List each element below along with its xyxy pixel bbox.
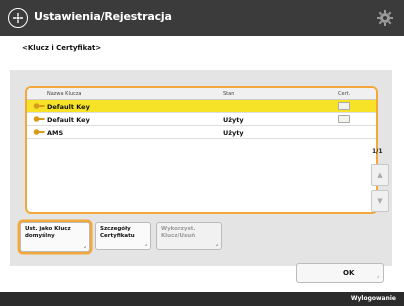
breadcrumb: <Klucz i Certyfikat> (22, 44, 102, 52)
key-icon (33, 129, 45, 135)
certificate-icon (338, 102, 350, 110)
gear-icon[interactable] (376, 9, 394, 27)
title-bar: Ustawienia/Rejestracja (0, 0, 404, 36)
key-icon (33, 116, 45, 122)
certificate-details-label: Szczegóły Certyfikatu (100, 226, 135, 239)
key-status: Użyty (223, 129, 244, 137)
key-name: Default Key (47, 103, 90, 111)
logout-button[interactable]: Wylogowanie (351, 295, 396, 302)
delete-key-button[interactable]: Wykorzyst. Klucz/Usuń ⌟ (156, 222, 222, 250)
list-item[interactable]: Default Key Użyty (27, 113, 376, 126)
page-title: Ustawienia/Rejestracja (34, 10, 172, 23)
key-list: Nazwa Klucza Stan Cert. Default Key Defa… (25, 86, 378, 214)
scroll-down-button[interactable]: ▼ (371, 190, 389, 212)
key-certificate-panel: Nazwa Klucza Stan Cert. Default Key Defa… (10, 70, 392, 266)
set-default-key-button[interactable]: Ust. jako Klucz domyślny ⌟ (20, 222, 90, 252)
key-icon (33, 103, 45, 109)
column-status: Stan (223, 91, 235, 97)
list-item[interactable]: Default Key (27, 100, 376, 113)
list-item[interactable]: AMS Użyty (27, 126, 376, 139)
key-name: AMS (47, 129, 64, 137)
list-header: Nazwa Klucza Stan Cert. (27, 88, 376, 100)
column-key-name: Nazwa Klucza (47, 91, 82, 97)
ok-label: OK (343, 269, 355, 277)
column-cert: Cert. (338, 91, 351, 97)
certificate-icon (338, 115, 350, 123)
certificate-details-button[interactable]: Szczegóły Certyfikatu ⌟ (95, 222, 151, 250)
ok-button[interactable]: OK ⌟ (296, 263, 384, 283)
page-indicator: 1/1 (372, 148, 383, 155)
key-status: Użyty (223, 116, 244, 124)
set-default-key-label: Ust. jako Klucz domyślny (25, 226, 71, 239)
delete-key-label: Wykorzyst. Klucz/Usuń (161, 226, 196, 239)
key-name: Default Key (47, 116, 90, 124)
home-icon[interactable] (8, 8, 28, 28)
status-bar: Wylogowanie (0, 292, 404, 306)
scroll-up-button[interactable]: ▲ (371, 164, 389, 186)
